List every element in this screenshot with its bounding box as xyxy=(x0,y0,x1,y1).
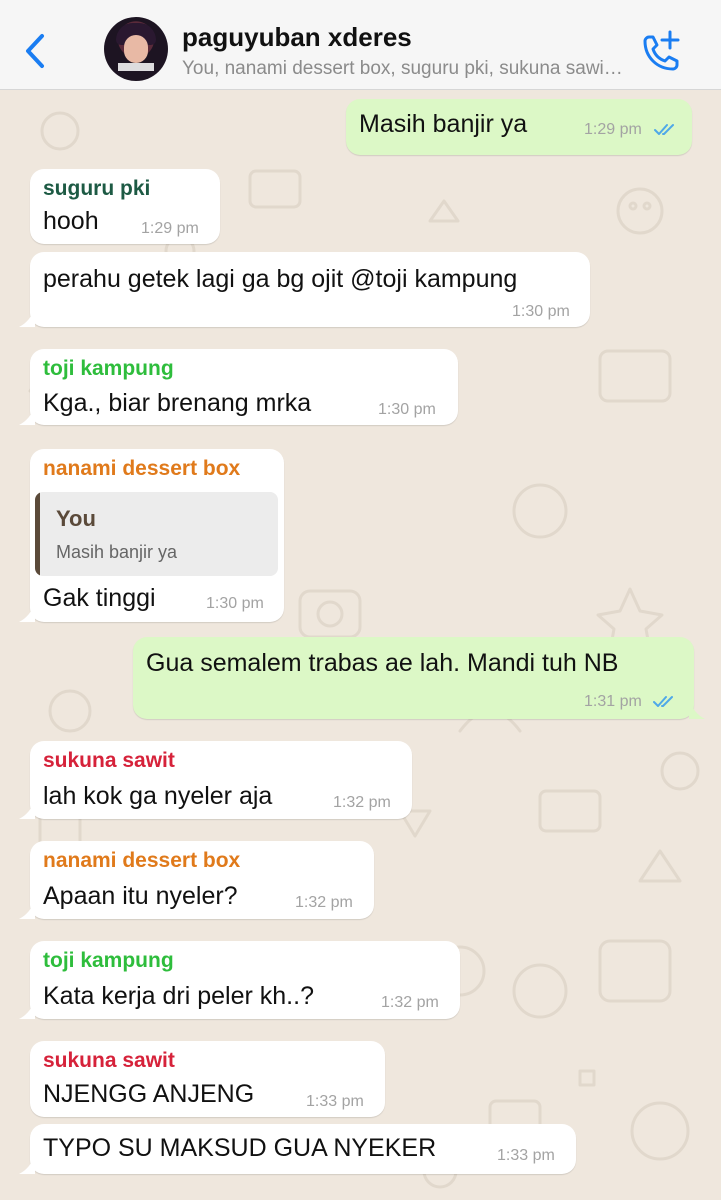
message-text: Apaan itu nyeler? xyxy=(43,882,238,910)
incoming-message[interactable]: toji kampung Kata kerja dri peler kh..? … xyxy=(19,941,460,1019)
message-time: 1:30 pm xyxy=(206,595,264,612)
message-text: Masih banjir ya xyxy=(359,110,528,138)
bubble-tail xyxy=(19,309,35,327)
message-text: NJENGG ANJENG xyxy=(43,1080,255,1108)
read-ticks-icon xyxy=(654,124,674,135)
message-sender: toji kampung xyxy=(43,357,174,380)
message-text: Gua semalem trabas ae lah. Mandi tuh NB xyxy=(146,649,619,677)
bubble-tail xyxy=(19,1156,35,1174)
quoted-sender: You xyxy=(56,506,96,531)
bubble-tail xyxy=(689,701,705,719)
quoted-text: Masih banjir ya xyxy=(56,542,178,562)
message-time: 1:32 pm xyxy=(381,994,439,1011)
bubble-tail xyxy=(19,604,35,622)
message-sender: toji kampung xyxy=(43,949,174,972)
message-time: 1:32 pm xyxy=(295,894,353,911)
incoming-message[interactable]: suguru pki hooh 1:29 pm xyxy=(30,169,220,244)
back-button[interactable] xyxy=(18,28,52,74)
chevron-left-icon xyxy=(26,34,44,68)
message-sender: sukuna sawit xyxy=(43,749,175,772)
add-call-button[interactable] xyxy=(636,28,684,74)
message-text: lah kok ga nyeler aja xyxy=(43,782,273,810)
incoming-message[interactable]: nanami dessert box You Masih banjir ya G… xyxy=(19,449,284,622)
message-time: 1:29 pm xyxy=(141,220,199,237)
group-members[interactable]: You, nanami dessert box, suguru pki, suk… xyxy=(182,58,628,80)
bubble-tail xyxy=(19,801,35,819)
bubble-tail xyxy=(19,901,35,919)
message-text: Kata kerja dri peler kh..? xyxy=(43,982,314,1010)
bubble-tail xyxy=(19,1001,35,1019)
message-time: 1:30 pm xyxy=(512,303,570,320)
incoming-message[interactable]: perahu getek lagi ga bg ojit @toji kampu… xyxy=(19,252,590,327)
message-time: 1:33 pm xyxy=(306,1093,364,1110)
message-time: 1:29 pm xyxy=(584,121,642,138)
chat-header: paguyuban xderes You, nanami dessert box… xyxy=(0,0,721,90)
message-text: Kga., biar brenang mrka xyxy=(43,389,312,417)
message-time: 1:33 pm xyxy=(497,1147,555,1164)
message-sender: sukuna sawit xyxy=(43,1049,175,1072)
group-title[interactable]: paguyuban xderes xyxy=(182,22,412,53)
incoming-message[interactable]: TYPO SU MAKSUD GUA NYEKER 1:33 pm xyxy=(19,1124,576,1174)
outgoing-message[interactable]: Gua semalem trabas ae lah. Mandi tuh NB … xyxy=(133,637,705,719)
message-time: 1:32 pm xyxy=(333,794,391,811)
message-text: perahu getek lagi ga bg ojit @toji kampu… xyxy=(43,265,518,293)
incoming-message[interactable]: toji kampung Kga., biar brenang mrka 1:3… xyxy=(19,349,458,425)
message-sender: nanami dessert box xyxy=(43,457,241,480)
incoming-message[interactable]: nanami dessert box Apaan itu nyeler? 1:3… xyxy=(19,841,374,919)
read-ticks-icon xyxy=(653,696,673,707)
message-time: 1:31 pm xyxy=(584,693,642,710)
chat-area[interactable]: Masih banjir ya 1:29 pm suguru pki hooh … xyxy=(0,91,721,1200)
message-text: TYPO SU MAKSUD GUA NYEKER xyxy=(43,1134,437,1162)
outgoing-message[interactable]: Masih banjir ya 1:29 pm xyxy=(346,99,692,155)
message-text: hooh xyxy=(43,207,99,235)
message-sender: suguru pki xyxy=(43,177,151,200)
message-sender: nanami dessert box xyxy=(43,849,241,872)
message-time: 1:30 pm xyxy=(378,401,436,418)
incoming-message[interactable]: sukuna sawit NJENGG ANJENG 1:33 pm xyxy=(30,1041,385,1117)
message-text: Gak tinggi xyxy=(43,584,156,612)
add-call-icon xyxy=(643,30,680,71)
bubble-tail xyxy=(19,407,35,425)
incoming-message[interactable]: sukuna sawit lah kok ga nyeler aja 1:32 … xyxy=(19,741,412,819)
group-avatar[interactable] xyxy=(104,17,168,81)
quoted-message[interactable]: You Masih banjir ya xyxy=(35,492,278,576)
